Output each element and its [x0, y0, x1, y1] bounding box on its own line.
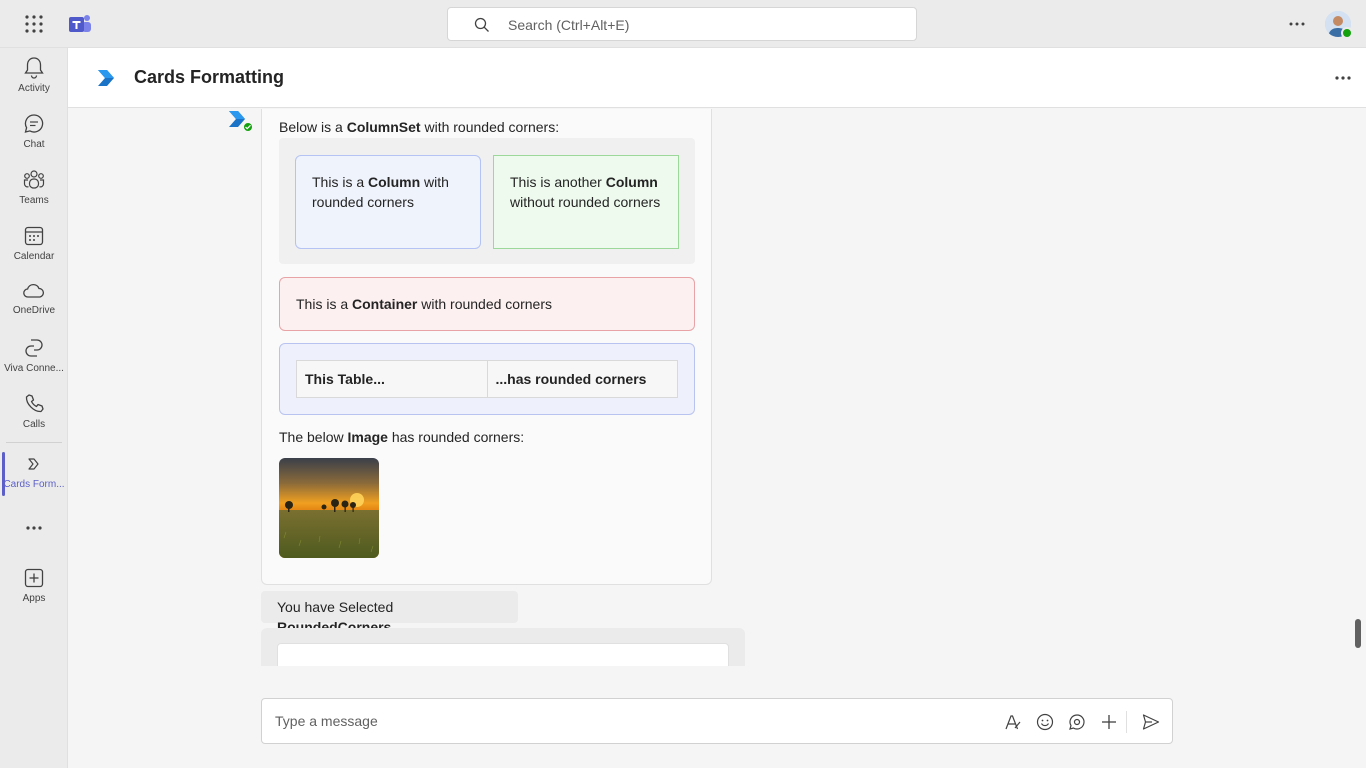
rail-item-calendar[interactable]: Calendar [0, 224, 68, 276]
rail-label: Viva Conne... [4, 363, 64, 374]
rail-label: Teams [19, 195, 49, 206]
search-placeholder: Search (Ctrl+Alt+E) [508, 17, 630, 33]
table-cell: This Table... [305, 371, 385, 387]
rounded-column: This is a Column with rounded corners [295, 155, 481, 249]
page-title: Cards Formatting [134, 67, 285, 87]
message-input[interactable]: Type a message [275, 713, 378, 729]
rail-item-apps[interactable]: Apps [0, 566, 68, 618]
presence-available-badge [1341, 27, 1353, 39]
search-icon [474, 17, 489, 32]
rail-label: Activity [18, 83, 50, 94]
send-icon[interactable] [1141, 712, 1161, 732]
rail-label: Calendar [13, 251, 55, 262]
teams-logo-icon[interactable] [68, 13, 92, 35]
columnset-intro-text: Below is a ColumnSet with rounded corner… [279, 119, 560, 135]
rail-label: Chat [23, 139, 45, 150]
rail-item-more-apps[interactable] [0, 516, 68, 568]
viva-connections-icon [25, 339, 43, 357]
rail-label: Cards Form... [3, 479, 65, 490]
cards-formatting-logo-icon [98, 70, 114, 86]
search-box[interactable]: Search (Ctrl+Alt+E) [447, 7, 917, 41]
more-options-icon[interactable] [1331, 68, 1355, 88]
adaptive-card: Below is a ColumnSet with rounded corner… [261, 109, 712, 585]
rail-item-onedrive[interactable]: OneDrive [0, 280, 68, 332]
rounded-table: This Table... ...has rounded corners [296, 360, 678, 398]
phone-icon [25, 394, 44, 413]
add-icon[interactable] [1099, 712, 1119, 732]
table-cell: ...has rounded corners [486, 361, 678, 397]
add-apps-icon [24, 568, 44, 588]
chat-scrollbar-thumb[interactable] [1355, 619, 1361, 648]
image-caption: The below Image has rounded corners: [279, 429, 525, 445]
message-composer[interactable]: Type a message [261, 698, 1173, 744]
more-options-icon[interactable] [1285, 13, 1309, 35]
rail-divider [6, 442, 62, 443]
selection-message: You have Selected RoundedCorners [261, 591, 518, 635]
rail-item-cards-formatting[interactable]: Cards Form... [0, 452, 68, 504]
sunset-field-image [279, 458, 379, 558]
bell-icon [24, 57, 44, 79]
rail-label: Calls [22, 419, 46, 430]
calendar-icon [24, 226, 44, 246]
checkmark-icon [245, 124, 251, 130]
app-icon [28, 458, 39, 470]
composer-divider [1126, 711, 1127, 733]
app-rail: Activity Chat Teams Calendar OneDrive Vi… [0, 48, 68, 768]
rail-item-chat[interactable]: Chat [0, 112, 68, 164]
rounded-table-container: This Table... ...has rounded corners [279, 343, 695, 415]
chat-message-list[interactable]: Below is a ColumnSet with rounded corner… [68, 109, 1366, 666]
next-adaptive-card [261, 628, 745, 666]
rounded-landscape-image[interactable] [279, 458, 379, 558]
rail-item-teams[interactable]: Teams [0, 168, 68, 220]
more-apps-icon [26, 526, 42, 530]
next-card-body [277, 643, 729, 666]
rounded-container: This is a Container with rounded corners [279, 277, 695, 331]
app-header: Cards Formatting [68, 48, 1366, 108]
rail-item-viva-connections[interactable]: Viva Conne... [0, 336, 68, 388]
teams-icon [23, 170, 45, 189]
app-launcher-icon[interactable] [24, 14, 44, 34]
format-icon[interactable] [1003, 712, 1023, 732]
loop-component-icon[interactable] [1067, 712, 1087, 732]
rail-item-activity[interactable]: Activity [0, 56, 68, 108]
cloud-icon [23, 283, 45, 298]
columnset: This is a Column with rounded corners Th… [279, 138, 695, 264]
emoji-icon[interactable] [1035, 712, 1055, 732]
rail-item-calls[interactable]: Calls [0, 392, 68, 444]
rail-label: OneDrive [12, 305, 56, 316]
chat-icon [24, 114, 44, 133]
rail-label: Apps [22, 593, 46, 604]
bot-presence-badge [242, 121, 254, 133]
square-column: This is another Column without rounded c… [493, 155, 679, 249]
title-bar: Search (Ctrl+Alt+E) [0, 0, 1366, 48]
